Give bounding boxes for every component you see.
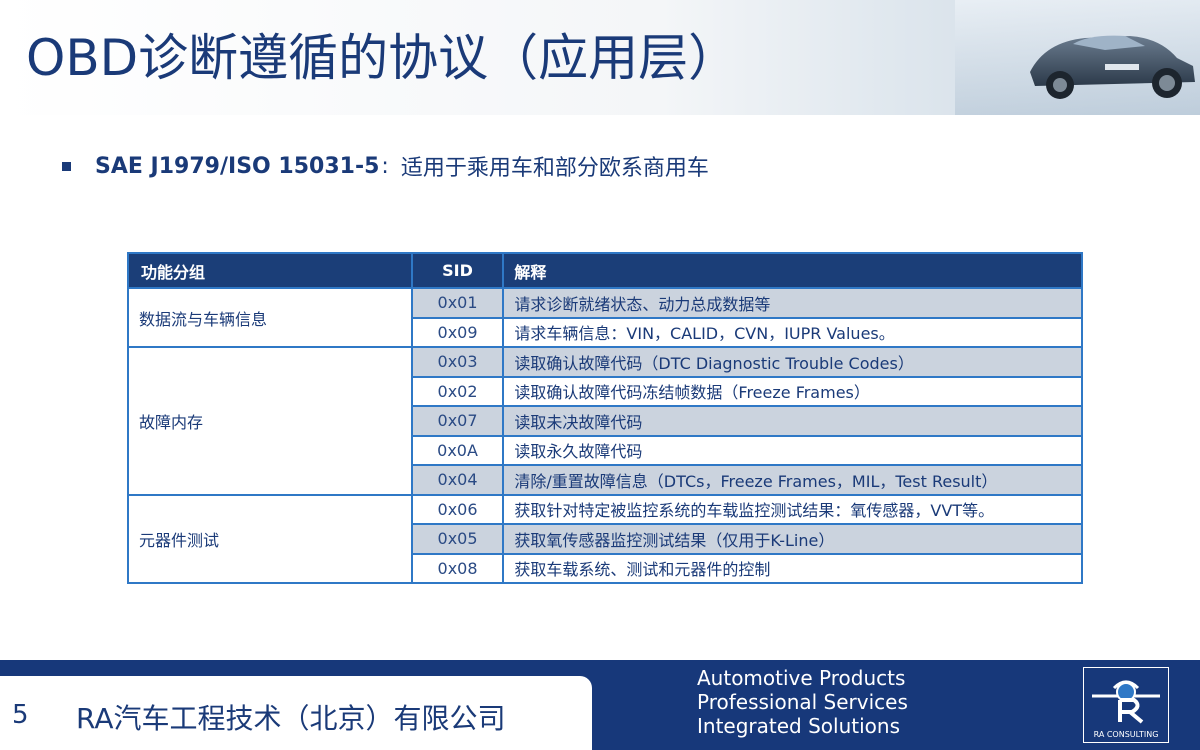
sid-cell: 0x08 (410, 552, 505, 584)
protocol-bullet: SAE J1979/ISO 15031-5: 适用于乘用车和部分欧系商用车 (62, 150, 709, 182)
desc-cell: 读取确认故障代码（DTC Diagnostic Trouble Codes） (502, 346, 1083, 378)
header-function-group: 功能分组 (127, 252, 413, 289)
group-data-stream: 数据流与车辆信息 (127, 287, 413, 348)
table-row: 元器件测试 0x06 获取针对特定被监控系统的车载监控测试结果：氧传感器，VVT… (127, 493, 1083, 584)
header-sid: SID (410, 252, 505, 289)
obd-service-table: 功能分组 SID 解释 数据流与车辆信息 0x01 请求诊断就绪状态、动力总成数… (127, 252, 1083, 584)
company-name: RA汽车工程技术（北京）有限公司 (76, 702, 506, 735)
logo-text: RA CONSULTING (1093, 730, 1159, 739)
sid-cell: 0x02 (410, 375, 505, 407)
protocol-standard: SAE J1979/ISO 15031-5 (95, 153, 380, 179)
table-header-row: 功能分组 SID 解释 (127, 252, 1083, 289)
table-row: 数据流与车辆信息 0x01 请求诊断就绪状态、动力总成数据等 (127, 287, 1083, 348)
footer-tagline: Automotive Products Professional Service… (697, 666, 908, 738)
desc-cell: 读取未决故障代码 (502, 405, 1083, 437)
ra-logo-icon: RA CONSULTING (1083, 667, 1169, 743)
sid-cell: 0x04 (410, 464, 505, 496)
tagline-line: Professional Services (697, 690, 908, 714)
desc-cell: 请求诊断就绪状态、动力总成数据等 (502, 287, 1083, 319)
ra-logo-mark (1092, 680, 1160, 724)
desc-cell: 获取车载系统、测试和元器件的控制 (502, 552, 1083, 584)
tagline-line: Integrated Solutions (697, 714, 900, 738)
sid-cell: 0x03 (410, 346, 505, 378)
sid-cell: 0x0A (410, 434, 505, 466)
car-image (955, 0, 1200, 115)
page-number: 5 (12, 700, 29, 730)
sid-cell: 0x05 (410, 523, 505, 555)
group-fault-memory: 故障内存 (127, 346, 413, 496)
table-row: 故障内存 0x03 读取确认故障代码（DTC Diagnostic Troubl… (127, 346, 1083, 496)
tagline-line: Automotive Products (697, 666, 906, 690)
slide-title: OBD诊断遵循的协议（应用层） (26, 29, 739, 87)
sid-cell: 0x09 (410, 316, 505, 348)
header-banner: OBD诊断遵循的协议（应用层） (0, 0, 1200, 115)
sid-cell: 0x07 (410, 405, 505, 437)
desc-cell: 清除/重置故障信息（DTCs，Freeze Frames，MIL，Test Re… (502, 464, 1083, 496)
group-component-test: 元器件测试 (127, 493, 413, 584)
bullet-square-icon (62, 161, 71, 171)
header-explanation: 解释 (502, 252, 1083, 289)
desc-cell: 获取氧传感器监控测试结果（仅用于K-Line） (502, 523, 1083, 555)
desc-cell: 读取确认故障代码冻结帧数据（Freeze Frames） (502, 375, 1083, 407)
desc-cell: 请求车辆信息：VIN，CALID，CVN，IUPR Values。 (502, 316, 1083, 348)
protocol-description: 适用于乘用车和部分欧系商用车 (400, 156, 709, 181)
sid-cell: 0x06 (410, 493, 505, 525)
bullet-separator: : (381, 153, 389, 179)
sid-cell: 0x01 (410, 287, 505, 319)
desc-cell: 读取永久故障代码 (502, 434, 1083, 466)
desc-cell: 获取针对特定被监控系统的车载监控测试结果：氧传感器，VVT等。 (502, 493, 1083, 525)
